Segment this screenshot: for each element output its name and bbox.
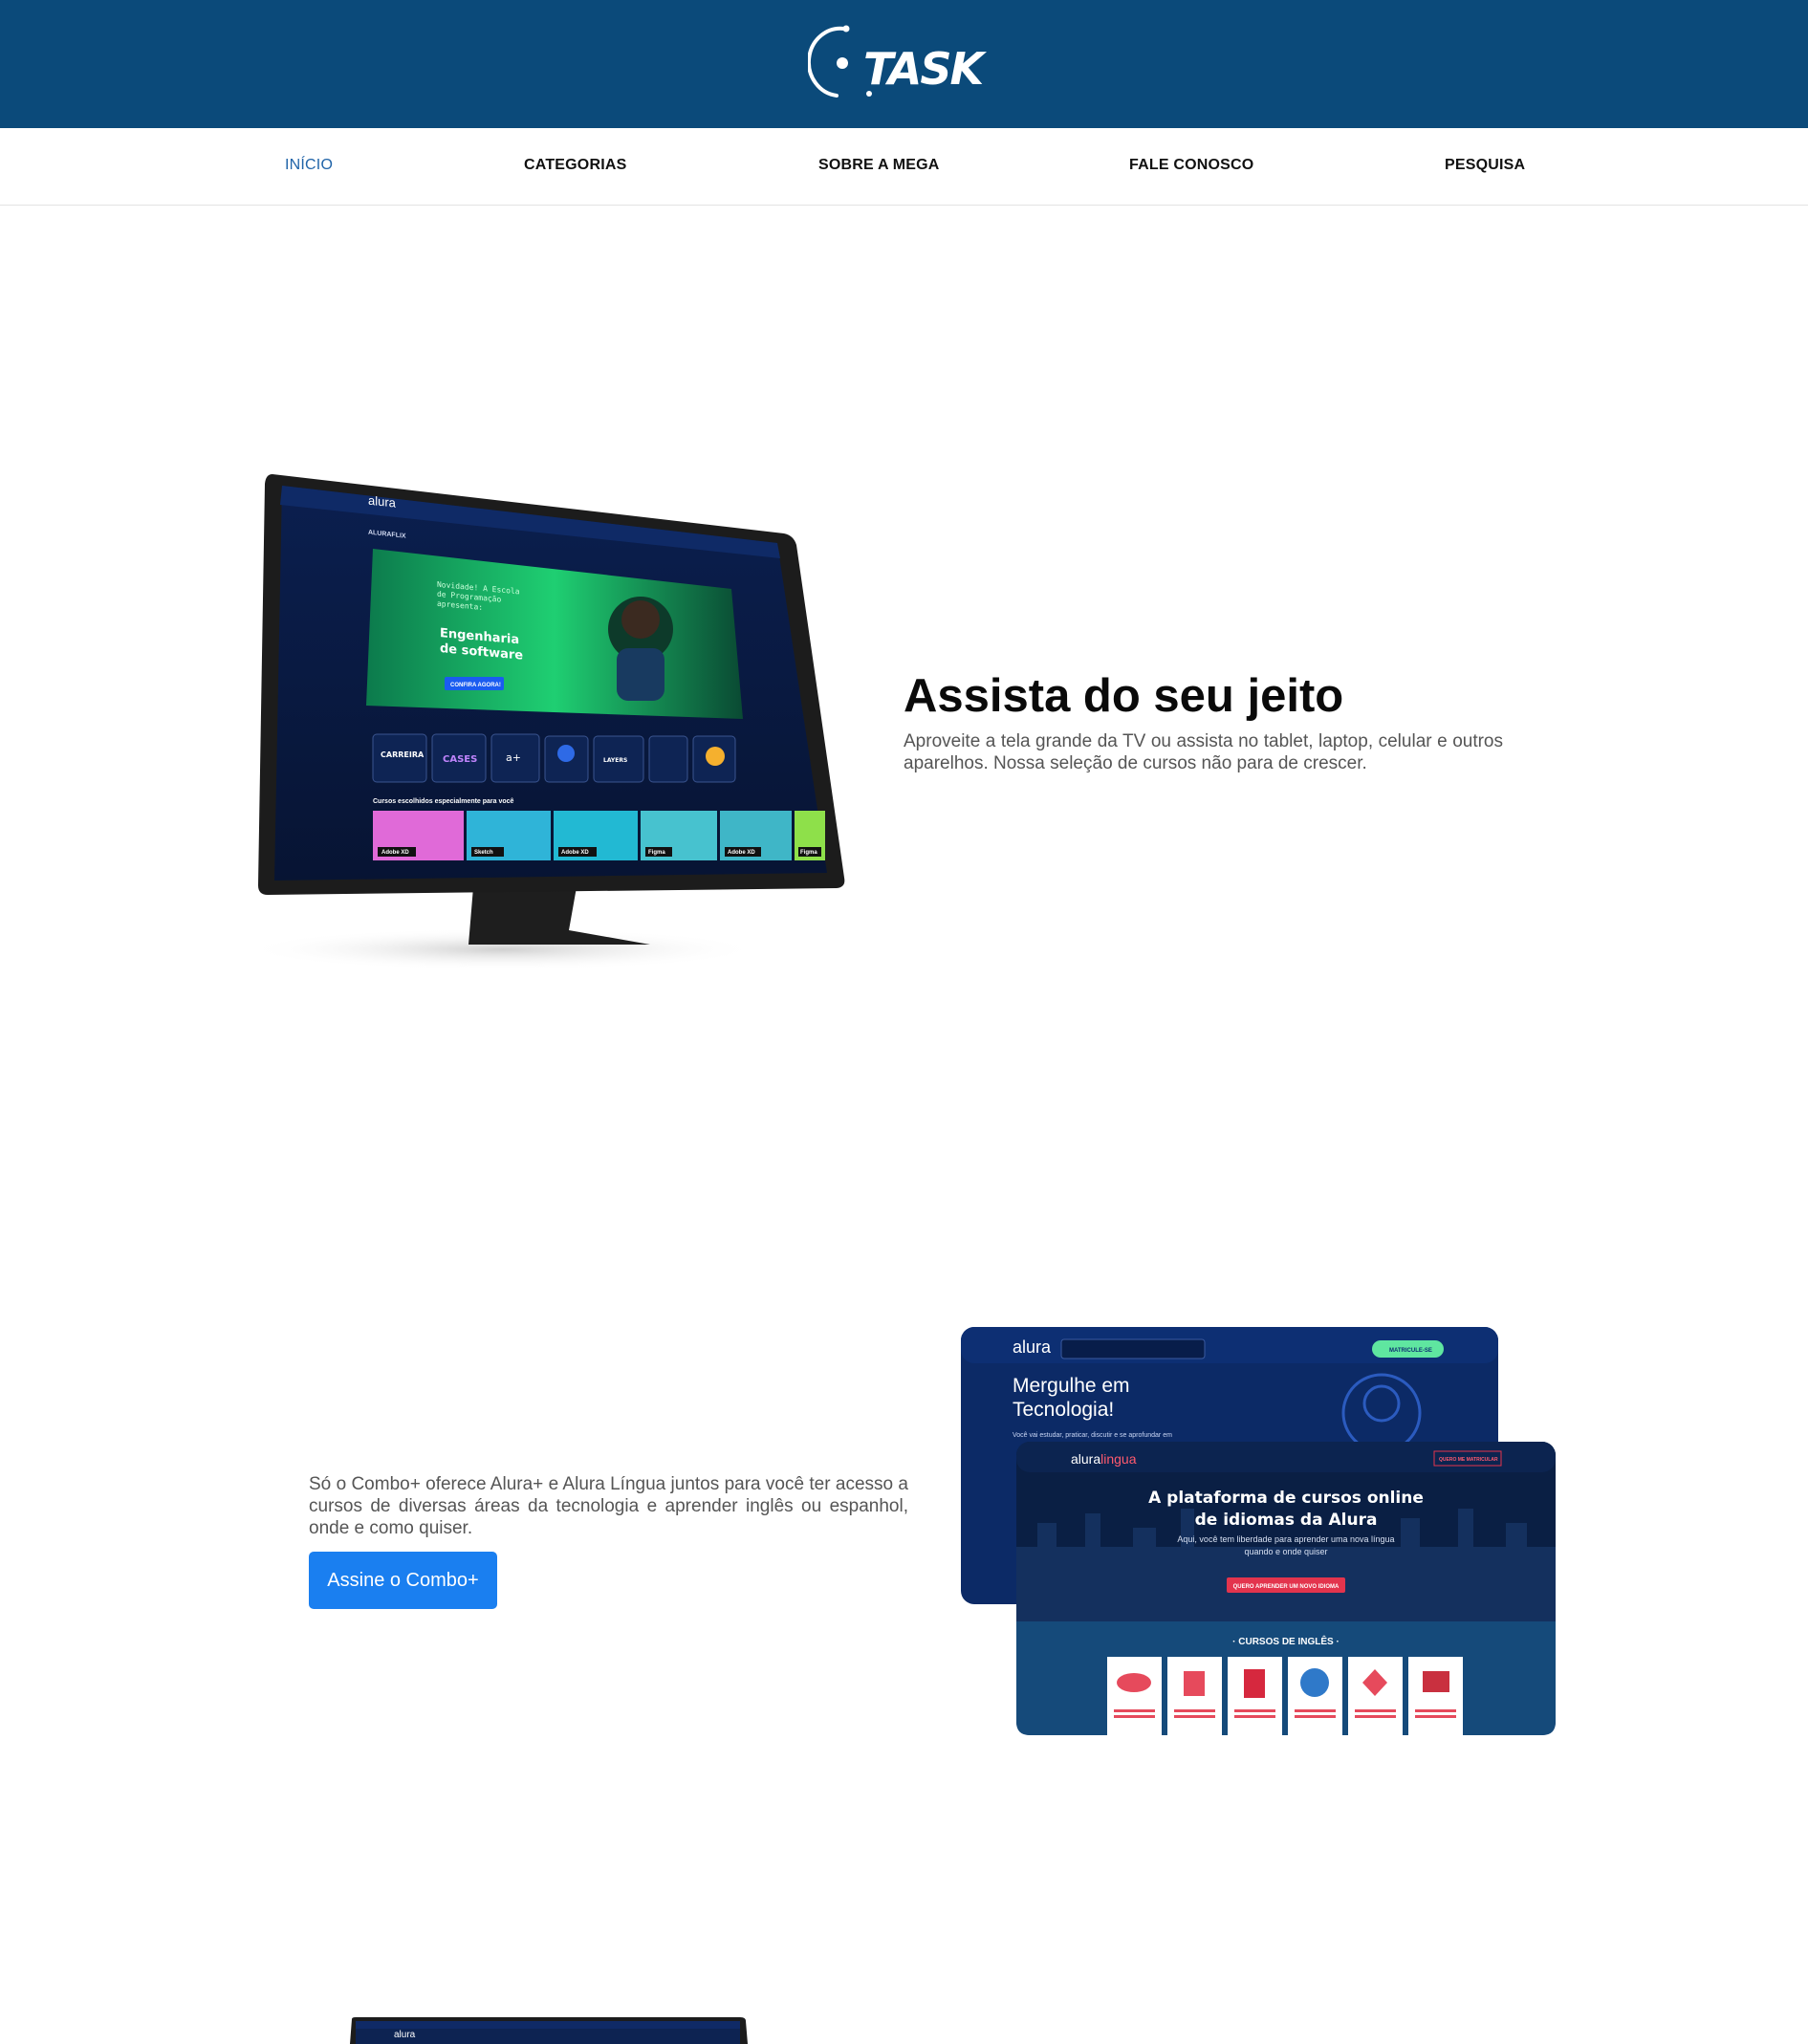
main-nav: INÍCIO CATEGORIAS SOBRE A MEGA FALE CONO… <box>0 128 1808 206</box>
nav-inicio[interactable]: INÍCIO <box>285 157 333 174</box>
tile-cases: CASES <box>443 754 477 765</box>
tile-carreira: CARREIRA <box>381 750 425 759</box>
back-cta: MATRICULE-SE <box>1389 1348 1432 1354</box>
subscribe-combo-button[interactable]: Assine o Combo+ <box>309 1552 497 1609</box>
front-cta: QUERO APRENDER UM NOVO IDIOMA <box>1233 1584 1340 1590</box>
svg-text:alura: alura <box>394 2030 416 2040</box>
svg-text:de idiomas da Alura: de idiomas da Alura <box>1195 1511 1378 1530</box>
tile-aplus: a+ <box>506 751 521 764</box>
course-card-6: Figma <box>800 850 817 856</box>
section1-title: Assista do seu jeito <box>904 670 1344 722</box>
svg-text:Mergulhe em: Mergulhe em <box>1013 1375 1130 1397</box>
nav-sobre-a-mega[interactable]: SOBRE A MEGA <box>818 157 940 174</box>
course-card-5: Adobe XD <box>728 850 755 856</box>
back-brand: alura <box>1013 1337 1052 1357</box>
svg-text:A plataforma de cursos online: A plataforma de cursos online <box>1148 1489 1424 1508</box>
front-signup: QUERO ME MATRICULAR <box>1439 1457 1498 1463</box>
section2-description: Só o Combo+ oferece Alura+ e Alura Língu… <box>309 1474 908 1538</box>
monitor-banner-cta: CONFIRA AGORA! <box>450 683 501 688</box>
svg-text:aluralingua: aluralingua <box>1071 1451 1137 1467</box>
logo-text: TASK <box>863 43 988 95</box>
tv-monitor-image: alura ALURAFLIX Novidade! A Escola de Pr… <box>244 467 851 978</box>
course-card-1: Adobe XD <box>381 850 409 856</box>
svg-text:Aqui, você tem liberdade para: Aqui, você tem liberdade para aprender u… <box>1177 1534 1394 1544</box>
courses-title: · CURSOS DE INGLÊS · <box>1232 1635 1340 1647</box>
svg-text:quando e onde quiser: quando e onde quiser <box>1244 1547 1327 1556</box>
course-card-4: Figma <box>648 850 665 856</box>
site-header: TASK <box>0 0 1808 128</box>
monitor-brand: alura <box>368 493 397 511</box>
tile-layers: LAYERS <box>603 757 627 764</box>
nav-pesquisa[interactable]: PESQUISA <box>1445 157 1525 174</box>
monitor-row-title: Cursos escolhidos especialmente para voc… <box>373 798 514 805</box>
course-card-3: Adobe XD <box>561 850 589 856</box>
section1-description: Aproveite a tela grande da TV ou assista… <box>904 731 1503 773</box>
task-logo[interactable]: TASK <box>806 21 999 107</box>
alura-screens-image: alura MATRICULE-SE Mergulhe em Tecnologi… <box>961 1327 1556 1735</box>
nav-fale-conosco[interactable]: FALE CONOSCO <box>1129 157 1253 174</box>
svg-text:Tecnologia!: Tecnologia! <box>1013 1399 1114 1421</box>
course-card-2: Sketch <box>474 850 493 856</box>
back-sub: Você vai estudar, praticar, discutir e s… <box>1013 1432 1172 1439</box>
section3-monitor-image: alura <box>346 2017 748 2044</box>
nav-categorias[interactable]: CATEGORIAS <box>524 157 626 174</box>
